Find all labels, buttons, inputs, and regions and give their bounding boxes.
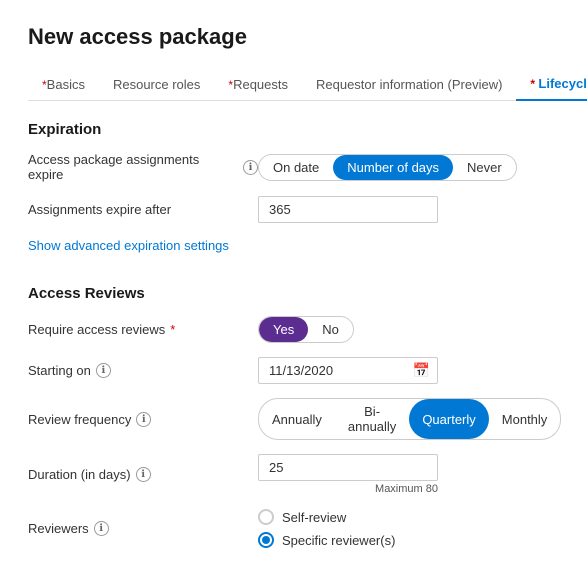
require-reviews-row: Require access reviews * Yes No xyxy=(28,316,559,343)
require-no-button[interactable]: No xyxy=(308,317,353,342)
self-review-option[interactable]: Self-review xyxy=(258,509,559,525)
freq-biannually-button[interactable]: Bi-annually xyxy=(335,399,409,439)
expire-never-button[interactable]: Never xyxy=(453,155,516,180)
freq-quarterly-button[interactable]: Quarterly xyxy=(409,399,488,439)
duration-input-wrap: Maximum 80 xyxy=(258,454,559,495)
review-frequency-row: Review frequency ℹ Annually Bi-annually … xyxy=(28,398,559,440)
freq-annually-button[interactable]: Annually xyxy=(259,399,335,439)
page-title: New access package xyxy=(28,24,559,50)
tab-requests[interactable]: *Requests xyxy=(214,69,302,100)
expire-number-of-days-button[interactable]: Number of days xyxy=(333,155,453,180)
review-frequency-label: Review frequency ℹ xyxy=(28,412,258,427)
tab-bar: *Basics Resource roles *Requests Request… xyxy=(28,68,559,101)
require-options-group: Yes No xyxy=(258,316,354,343)
assignments-expire-row: Access package assignments expire ℹ On d… xyxy=(28,152,559,182)
require-reviews-label: Require access reviews * xyxy=(28,322,258,337)
duration-input[interactable] xyxy=(258,454,438,481)
specific-reviewer-option[interactable]: Specific reviewer(s) xyxy=(258,532,559,548)
expire-after-input-wrap xyxy=(258,196,559,223)
expire-toggle-group: On date Number of days Never xyxy=(258,154,559,181)
expire-after-row: Assignments expire after xyxy=(28,196,559,223)
expiration-section-title: Expiration xyxy=(28,121,559,138)
tab-basics[interactable]: *Basics xyxy=(28,69,99,100)
reviewers-options-wrap: Self-review Specific reviewer(s) xyxy=(258,509,559,548)
duration-max-hint: Maximum 80 xyxy=(258,483,438,495)
reviewer-radio-group: Self-review Specific reviewer(s) xyxy=(258,509,559,548)
duration-info-icon[interactable]: ℹ xyxy=(136,467,151,482)
tab-lifecycle[interactable]: * Lifecycle xyxy=(516,68,587,101)
duration-row: Duration (in days) ℹ Maximum 80 xyxy=(28,454,559,495)
expire-on-date-button[interactable]: On date xyxy=(259,155,333,180)
require-yes-button[interactable]: Yes xyxy=(259,317,308,342)
starting-on-input-wrap: 📅 xyxy=(258,357,559,384)
frequency-group: Annually Bi-annually Quarterly Monthly xyxy=(258,398,561,440)
access-reviews-section-title: Access Reviews xyxy=(28,285,559,302)
starting-on-label: Starting on ℹ xyxy=(28,363,258,378)
page-container: New access package *Basics Resource role… xyxy=(0,0,587,586)
freq-monthly-button[interactable]: Monthly xyxy=(489,399,561,439)
starting-on-info-icon[interactable]: ℹ xyxy=(96,363,111,378)
starting-on-row: Starting on ℹ 📅 xyxy=(28,357,559,384)
tab-resource-roles[interactable]: Resource roles xyxy=(99,69,214,100)
reviewers-info-icon[interactable]: ℹ xyxy=(94,521,109,536)
self-review-radio[interactable] xyxy=(258,509,274,525)
show-advanced-link[interactable]: Show advanced expiration settings xyxy=(28,238,229,253)
specific-reviewer-radio[interactable] xyxy=(258,532,274,548)
expire-after-label: Assignments expire after xyxy=(28,202,258,217)
tab-requestor-info[interactable]: Requestor information (Preview) xyxy=(302,69,516,100)
expire-after-input[interactable] xyxy=(258,196,438,223)
review-frequency-info-icon[interactable]: ℹ xyxy=(136,412,151,427)
frequency-options-wrap: Annually Bi-annually Quarterly Monthly xyxy=(258,398,561,440)
assignments-expire-info-icon[interactable]: ℹ xyxy=(243,160,258,175)
date-picker-wrap: 📅 xyxy=(258,357,438,384)
duration-label: Duration (in days) ℹ xyxy=(28,467,258,482)
reviewers-label: Reviewers ℹ xyxy=(28,521,258,536)
expire-options-group: On date Number of days Never xyxy=(258,154,517,181)
require-reviews-toggle: Yes No xyxy=(258,316,559,343)
starting-on-input[interactable] xyxy=(258,357,438,384)
reviewers-row: Reviewers ℹ Self-review Specific reviewe… xyxy=(28,509,559,548)
assignments-expire-label: Access package assignments expire ℹ xyxy=(28,152,258,182)
